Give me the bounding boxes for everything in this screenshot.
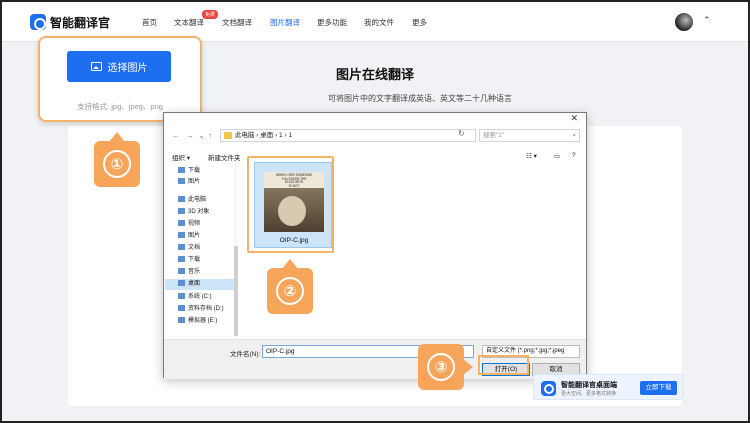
sidebar-item-downloads[interactable]: 下载	[178, 166, 200, 177]
up-arrow-icon[interactable]: ↑	[208, 131, 212, 140]
step-2-marker: ②	[267, 259, 313, 314]
back-arrow-icon[interactable]: ←	[172, 131, 180, 140]
sidebar-item-pictures[interactable]: 图片	[178, 177, 200, 188]
nav-doc-translate[interactable]: 文档翻译	[222, 17, 252, 28]
refresh-icon[interactable]: ↻	[458, 129, 465, 138]
filename-label: 文件名(N):	[230, 351, 261, 358]
view-options-icon[interactable]: ☷ ▾	[526, 152, 537, 160]
nav-my-files[interactable]: 我的文件	[364, 17, 394, 28]
file-open-dialog: ✕ ← → ⌄ ↑ 此电脑 › 桌面 › 1 › 1 ↻ 搜索"1" ⌕ 组织 ▾…	[163, 112, 587, 379]
desktop-app-icon	[541, 381, 556, 396]
user-avatar[interactable]	[675, 13, 693, 31]
upload-callout: 选择图片 支持格式: jpg、jpeg、png	[38, 36, 202, 122]
sidebar-item-videos[interactable]: 视频	[178, 219, 200, 230]
sidebar-item-drive-e[interactable]: 模拟器 (E:)	[178, 316, 217, 327]
pictures-icon	[178, 232, 185, 239]
sidebar-item-pictures-2[interactable]: 图片	[178, 231, 200, 242]
select-image-label: 选择图片	[107, 63, 148, 74]
open-button-highlight	[478, 355, 529, 375]
chevron-up-icon[interactable]: ⌃	[703, 15, 711, 26]
brand-logo-icon[interactable]	[30, 14, 46, 30]
download-icon	[178, 167, 185, 174]
preview-pane-icon[interactable]: ▭	[554, 152, 560, 160]
step-1-marker: ①	[94, 132, 140, 187]
supported-formats: 支持格式: jpg、jpeg、png	[77, 102, 163, 111]
music-icon	[178, 268, 185, 275]
close-icon[interactable]: ✕	[570, 113, 578, 124]
sidebar-item-this-pc[interactable]: 此电脑	[178, 195, 206, 206]
sidebar-item-drive-d[interactable]: 资料存档 (D:)	[178, 304, 224, 315]
nav-more-features[interactable]: 更多功能	[317, 17, 347, 28]
cube-icon	[178, 208, 185, 215]
help-icon[interactable]: ?	[572, 152, 576, 159]
step-3-marker: ③	[418, 344, 473, 390]
pictures-icon	[178, 178, 185, 185]
select-image-button[interactable]: 选择图片	[67, 51, 171, 82]
sidebar-item-3d-objects[interactable]: 3D 对象	[178, 207, 209, 218]
forward-arrow-icon[interactable]: →	[186, 131, 194, 140]
sidebar-item-downloads-2[interactable]: 下载	[178, 255, 200, 266]
search-input[interactable]: 搜索"1" ⌕	[479, 129, 580, 142]
sidebar-item-drive-c[interactable]: 系统 (C:)	[178, 292, 212, 303]
nav-text-translate[interactable]: 文本翻译	[174, 17, 204, 28]
document-icon	[178, 244, 185, 251]
page-subtitle: 可将图片中的文字翻译成英语、英文等二十几种语言	[328, 94, 512, 103]
sidebar-item-music[interactable]: 音乐	[178, 267, 200, 278]
image-icon	[90, 62, 102, 71]
download-banner: 智能翻译官桌面端 更大空间、更多格式转换 立即下载	[533, 374, 683, 400]
sidebar-item-documents[interactable]: 文档	[178, 243, 200, 254]
new-folder-button[interactable]: 新建文件夹	[208, 152, 241, 162]
dialog-toolbar: 组织 ▾ 新建文件夹 ☷ ▾ ▭ ?	[164, 149, 586, 164]
computer-icon	[178, 196, 185, 203]
download-icon	[178, 256, 185, 263]
nav-image-translate[interactable]: 图片翻译	[270, 17, 300, 28]
file-highlight	[247, 156, 334, 253]
download-now-button[interactable]: 立即下载	[640, 381, 677, 395]
sidebar-scrollbar[interactable]	[234, 246, 238, 336]
desktop-app-subtitle: 更大空间、更多格式转换	[561, 391, 617, 397]
sidebar-item-desktop[interactable]: 桌面	[165, 279, 235, 290]
chevron-down-icon[interactable]: ⌄	[198, 131, 205, 140]
drive-icon	[178, 293, 185, 300]
search-icon: ⌕	[572, 132, 576, 139]
desktop-app-title: 智能翻译官桌面端	[561, 382, 617, 389]
organize-menu[interactable]: 组织 ▾	[172, 152, 190, 162]
free-badge: 免费	[202, 10, 219, 19]
nav-more[interactable]: 更多	[412, 17, 427, 28]
video-icon	[178, 220, 185, 227]
navigation-pane: 下载 图片 此电脑 3D 对象 视频 图片 文档 下载 音乐 桌面 系统 (C:…	[164, 164, 238, 344]
address-bar: ← → ⌄ ↑ 此电脑 › 桌面 › 1 › 1 ↻ 搜索"1" ⌕	[164, 126, 586, 146]
nav-home[interactable]: 首页	[142, 17, 157, 28]
path-breadcrumb[interactable]: 此电脑 › 桌面 › 1 › 1	[220, 129, 476, 142]
desktop-icon	[178, 280, 185, 287]
drive-icon	[178, 305, 185, 312]
drive-icon	[178, 317, 185, 324]
brand-name[interactable]: 智能翻译官	[50, 14, 110, 31]
